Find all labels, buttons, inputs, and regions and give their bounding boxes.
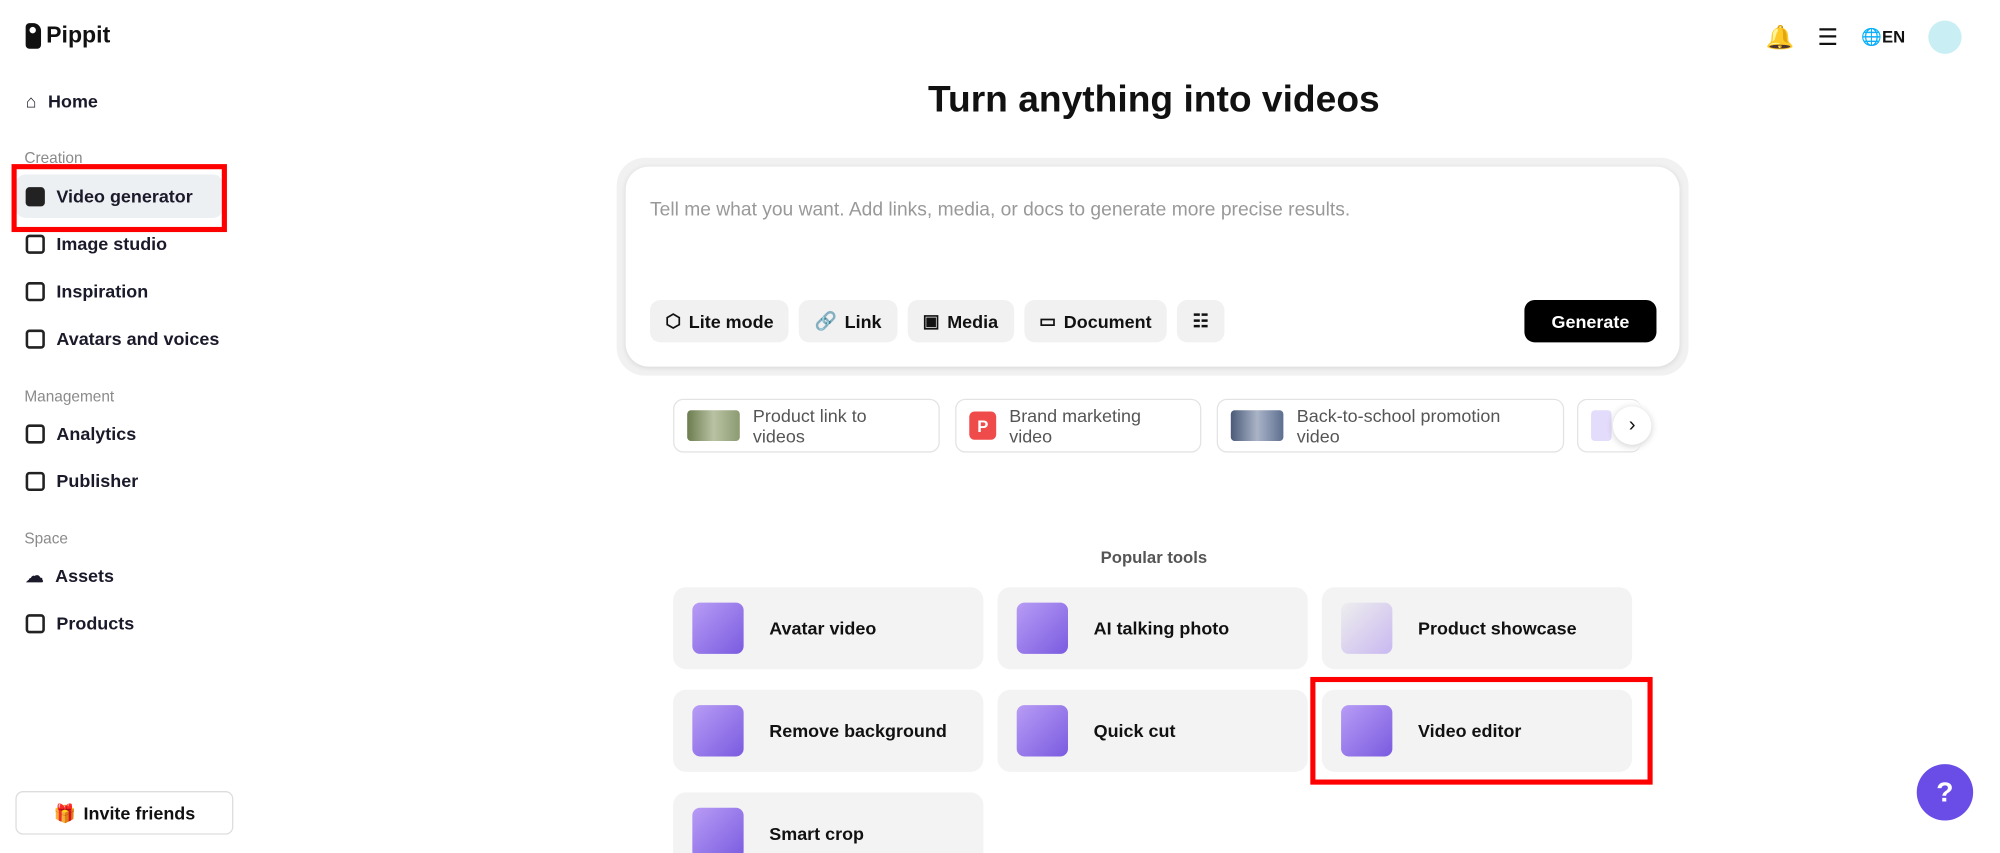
label: Smart crop — [769, 823, 865, 844]
gift-icon: 🎁 — [53, 801, 76, 823]
label: Avatar video — [769, 617, 877, 639]
tool-remove-background[interactable]: Remove background — [673, 689, 984, 772]
settings-button[interactable]: ☷ — [1177, 300, 1225, 343]
language-button[interactable]: 🌐EN — [1861, 27, 1905, 48]
thumbnail — [687, 410, 741, 442]
page-title: Turn anything into videos — [928, 79, 1380, 121]
label: Back-to-school promotion video — [1296, 405, 1501, 447]
lite-mode-button[interactable]: ⬡ Lite mode — [650, 300, 789, 343]
tool-thumbnail — [692, 602, 744, 654]
sidebar-item-publisher[interactable]: Publisher — [15, 459, 223, 503]
calendar-icon — [25, 471, 45, 491]
label: Avatars and voices — [56, 328, 220, 349]
suggestion-product-link[interactable]: Product link to videos — [673, 398, 940, 453]
brand-icon: P — [969, 411, 997, 440]
media-button[interactable]: ▣ Media — [907, 300, 1014, 343]
folder-icon: ▭ — [1039, 310, 1057, 331]
label: Image studio — [56, 233, 168, 254]
app-name: Pippit — [46, 21, 111, 48]
section-space: Space — [24, 529, 68, 548]
label: Publisher — [56, 470, 139, 492]
cube-icon: ⬡ — [665, 310, 682, 331]
tool-thumbnail — [692, 807, 744, 853]
prompt-input[interactable]: Tell me what you want. Add links, media,… — [650, 199, 1350, 221]
thumbnail — [1230, 410, 1284, 442]
label: Invite friends — [83, 802, 196, 824]
suggestion-brand-marketing[interactable]: P Brand marketing video — [955, 398, 1202, 453]
thumbnail — [1591, 410, 1612, 442]
label: Product link to videos — [752, 405, 867, 447]
section-management: Management — [24, 387, 115, 406]
analytics-icon — [25, 423, 45, 443]
label: Inspiration — [56, 280, 149, 302]
label: Media — [947, 310, 999, 332]
inspiration-icon — [25, 281, 45, 301]
invite-friends-button[interactable]: 🎁 Invite friends — [15, 791, 234, 835]
label: Document — [1063, 310, 1152, 332]
tool-thumbnail — [1341, 602, 1393, 654]
link-icon: 🔗 — [814, 310, 837, 331]
label: Assets — [55, 565, 115, 586]
sidebar-item-products[interactable]: Products — [15, 601, 223, 645]
label: Analytics — [56, 423, 137, 444]
bell-icon[interactable]: 🔔 — [1766, 24, 1795, 51]
suggestion-back-to-school[interactable]: Back-to-school promotion video — [1216, 398, 1565, 453]
popular-tools-title: Popular tools — [1100, 547, 1208, 567]
label: Product showcase — [1418, 617, 1577, 639]
highlight-box — [11, 164, 227, 233]
tool-thumbnail — [1016, 602, 1068, 654]
prompt-box: Tell me what you want. Add links, media,… — [616, 157, 1689, 376]
tool-ai-talking-photo[interactable]: AI talking photo — [997, 587, 1308, 670]
help-button[interactable]: ? — [1916, 764, 1974, 821]
tool-thumbnail — [692, 705, 744, 757]
label: Quick cut — [1093, 720, 1176, 742]
tool-quick-cut[interactable]: Quick cut — [997, 689, 1308, 772]
sidebar-item-analytics[interactable]: Analytics — [15, 412, 223, 456]
document-button[interactable]: ▭ Document — [1023, 300, 1167, 343]
tool-thumbnail — [1016, 705, 1068, 757]
label: Link — [844, 310, 882, 332]
subscription-icon[interactable]: ☰ — [1818, 24, 1839, 51]
chevron-right-icon[interactable]: › — [1612, 406, 1652, 445]
highlight-box — [1310, 676, 1653, 785]
image-icon: ▣ — [922, 310, 940, 331]
product-icon — [25, 613, 45, 633]
generate-button[interactable]: Generate — [1524, 300, 1657, 343]
sidebar-item-avatars[interactable]: Avatars and voices — [15, 317, 223, 361]
label: Remove background — [769, 720, 947, 742]
link-button[interactable]: 🔗 Link — [799, 300, 897, 343]
label: Products — [56, 612, 135, 634]
user-avatar[interactable] — [1928, 20, 1962, 54]
tool-smart-crop[interactable]: Smart crop — [673, 792, 984, 853]
label: Brand marketing video — [1009, 405, 1141, 447]
language-label: EN — [1882, 26, 1906, 47]
pippit-logo[interactable]: Pippit — [25, 21, 111, 49]
sidebar-item-inspiration[interactable]: Inspiration — [15, 269, 223, 313]
tool-avatar-video[interactable]: Avatar video — [673, 587, 984, 670]
image-icon — [25, 233, 45, 254]
cloud-icon: ☁ — [25, 564, 44, 586]
tool-product-showcase[interactable]: Product showcase — [1321, 587, 1633, 670]
label: AI talking photo — [1093, 617, 1230, 639]
logo-icon — [25, 22, 42, 49]
label: Lite mode — [688, 310, 774, 332]
avatar-icon — [25, 328, 45, 349]
sliders-icon: ☷ — [1192, 310, 1209, 331]
